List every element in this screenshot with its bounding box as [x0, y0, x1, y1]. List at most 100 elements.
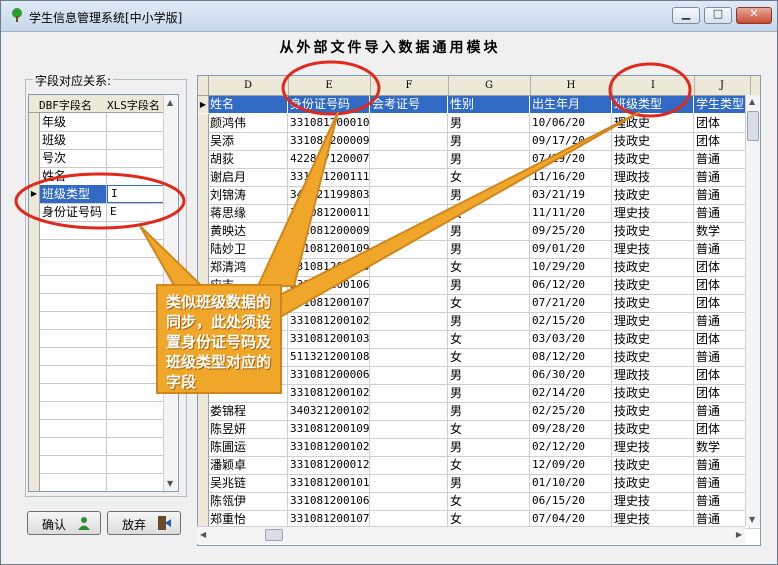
table-cell[interactable]: 团体 — [694, 276, 750, 294]
table-cell[interactable]: 女 — [448, 168, 530, 186]
xls-field-cell[interactable]: I — [107, 185, 167, 203]
table-cell[interactable]: 3310812001061 — [288, 276, 370, 294]
table-cell[interactable] — [370, 294, 448, 312]
mapping-row[interactable] — [29, 221, 178, 240]
scroll-down-icon[interactable]: ▼ — [749, 515, 755, 524]
dbf-field-cell[interactable] — [40, 239, 107, 257]
xls-field-cell[interactable] — [107, 239, 165, 257]
field-name-cell[interactable]: 姓名 — [208, 96, 288, 113]
table-cell[interactable] — [370, 240, 448, 258]
table-cell[interactable]: 11/16/20 — [530, 168, 612, 186]
table-cell[interactable]: 3310812001061 — [288, 492, 370, 510]
table-cell[interactable]: 黄映达 — [208, 222, 288, 240]
dbf-field-cell[interactable] — [40, 419, 107, 437]
table-cell[interactable]: 3310812000100 — [288, 114, 370, 132]
table-cell[interactable]: 理史技 — [612, 204, 694, 222]
table-cell[interactable] — [370, 456, 448, 474]
table-cell[interactable]: 普通 — [694, 456, 750, 474]
minimize-button[interactable]: ▁ — [672, 7, 700, 24]
table-cell[interactable]: 3310812000102 — [288, 258, 370, 276]
table-cell[interactable]: 颜鸿伟 — [208, 114, 288, 132]
table-row[interactable]: 3310812001072 女 07/21/20 技政史 团体 — [198, 294, 760, 313]
table-cell[interactable]: 普通 — [694, 186, 750, 204]
table-cell[interactable]: 3310812001090 — [288, 240, 370, 258]
table-cell[interactable]: 11/11/20 — [530, 204, 612, 222]
table-cell[interactable]: 理政史 — [612, 312, 694, 330]
table-cell[interactable] — [370, 438, 448, 456]
table-cell[interactable]: 技政史 — [612, 258, 694, 276]
dbf-field-cell[interactable] — [40, 365, 107, 383]
mapping-row[interactable] — [29, 473, 178, 491]
table-cell[interactable]: 胡荻 — [208, 150, 288, 168]
table-row[interactable]: 潘颖卓 3310812000120 女 12/09/20 技政史 普通 — [198, 456, 760, 475]
dbf-field-cell[interactable] — [40, 293, 107, 311]
table-cell[interactable]: 08/12/20 — [530, 348, 612, 366]
table-cell[interactable]: 团体 — [694, 132, 750, 150]
table-cell[interactable]: 02/25/20 — [530, 402, 612, 420]
table-cell[interactable]: 男 — [448, 474, 530, 492]
table-cell[interactable]: 02/12/20 — [530, 438, 612, 456]
table-cell[interactable]: 技政史 — [612, 186, 694, 204]
table-cell[interactable]: 普通 — [694, 474, 750, 492]
table-cell[interactable] — [370, 222, 448, 240]
mapping-row[interactable]: 班级 — [29, 131, 178, 150]
table-cell[interactable]: 技政史 — [612, 348, 694, 366]
table-cell[interactable]: 技政史 — [612, 330, 694, 348]
scroll-down-icon[interactable]: ▼ — [167, 479, 173, 488]
table-cell[interactable]: 3310812001011 — [288, 474, 370, 492]
table-cell[interactable]: 理政技 — [612, 168, 694, 186]
table-cell[interactable]: 数学 — [694, 438, 750, 456]
table-cell[interactable]: 10/06/20 — [530, 114, 612, 132]
table-row[interactable]: 吴添 3310812000091 男 09/17/20 技政史 团体 — [198, 132, 760, 151]
dbf-field-cell[interactable]: 身份证号码 — [40, 203, 107, 221]
table-cell[interactable]: 女 — [448, 294, 530, 312]
table-cell[interactable]: 男 — [448, 132, 530, 150]
table-cell[interactable] — [370, 114, 448, 132]
table-cell[interactable]: 普通 — [694, 402, 750, 420]
mapping-row[interactable] — [29, 257, 178, 276]
table-cell[interactable]: 团体 — [694, 420, 750, 438]
table-cell[interactable] — [370, 384, 448, 402]
table-row[interactable]: 陈瓴伊 3310812001061 女 06/15/20 理史技 普通 — [198, 492, 760, 511]
table-cell[interactable]: 吴添 — [208, 132, 288, 150]
table-cell[interactable]: 理政技 — [612, 366, 694, 384]
dbf-field-cell[interactable] — [40, 221, 107, 239]
table-cell[interactable]: 技政史 — [612, 150, 694, 168]
mapping-row[interactable] — [29, 419, 178, 438]
xls-field-cell[interactable] — [107, 167, 165, 185]
table-cell[interactable]: 3310812001021 — [288, 384, 370, 402]
mapping-row[interactable] — [29, 455, 178, 474]
table-cell[interactable] — [370, 402, 448, 420]
table-cell[interactable] — [370, 132, 448, 150]
table-cell[interactable]: 3310812000092 — [288, 222, 370, 240]
field-name-cell[interactable]: 出生年月 — [530, 96, 612, 113]
field-name-cell[interactable]: 会考证号 — [370, 96, 448, 113]
table-cell[interactable]: 郑清鸿 — [208, 258, 288, 276]
table-cell[interactable]: 普通 — [694, 348, 750, 366]
table-cell[interactable]: 4228271200072 — [288, 150, 370, 168]
table-cell[interactable]: 陈圃运 — [208, 438, 288, 456]
dbf-field-cell[interactable]: 班级类型 — [40, 185, 107, 203]
table-cell[interactable]: 女 — [448, 348, 530, 366]
table-cell[interactable]: 01/10/20 — [530, 474, 612, 492]
mapping-row[interactable] — [29, 437, 178, 456]
xls-field-cell[interactable] — [107, 221, 165, 239]
table-cell[interactable]: 技政史 — [612, 456, 694, 474]
table-cell[interactable]: 09/25/20 — [530, 222, 612, 240]
table-cell[interactable]: 团体 — [694, 294, 750, 312]
table-cell[interactable]: 技政史 — [612, 222, 694, 240]
table-cell[interactable]: 3310812001111 — [288, 168, 370, 186]
cancel-button[interactable]: 放弃 — [107, 511, 181, 535]
table-row[interactable]: 3310812001021 男 02/14/20 技政史 团体 — [198, 384, 760, 403]
table-cell[interactable]: 07/29/20 — [530, 150, 612, 168]
table-cell[interactable]: 普通 — [694, 204, 750, 222]
dbf-field-cell[interactable] — [40, 383, 107, 401]
table-cell[interactable]: 06/12/20 — [530, 276, 612, 294]
dbf-field-cell[interactable] — [40, 401, 107, 419]
table-row[interactable]: 陈昱妍 3310812001092 女 09/28/20 技政史 团体 — [198, 420, 760, 439]
mapping-row[interactable]: 号次 — [29, 149, 178, 168]
table-cell[interactable]: 03/03/20 — [530, 330, 612, 348]
table-row[interactable]: 蒋思缘 3310812000111 女 11/11/20 理史技 普通 — [198, 204, 760, 223]
table-cell[interactable] — [370, 348, 448, 366]
table-cell[interactable]: 3310812001021 — [288, 438, 370, 456]
